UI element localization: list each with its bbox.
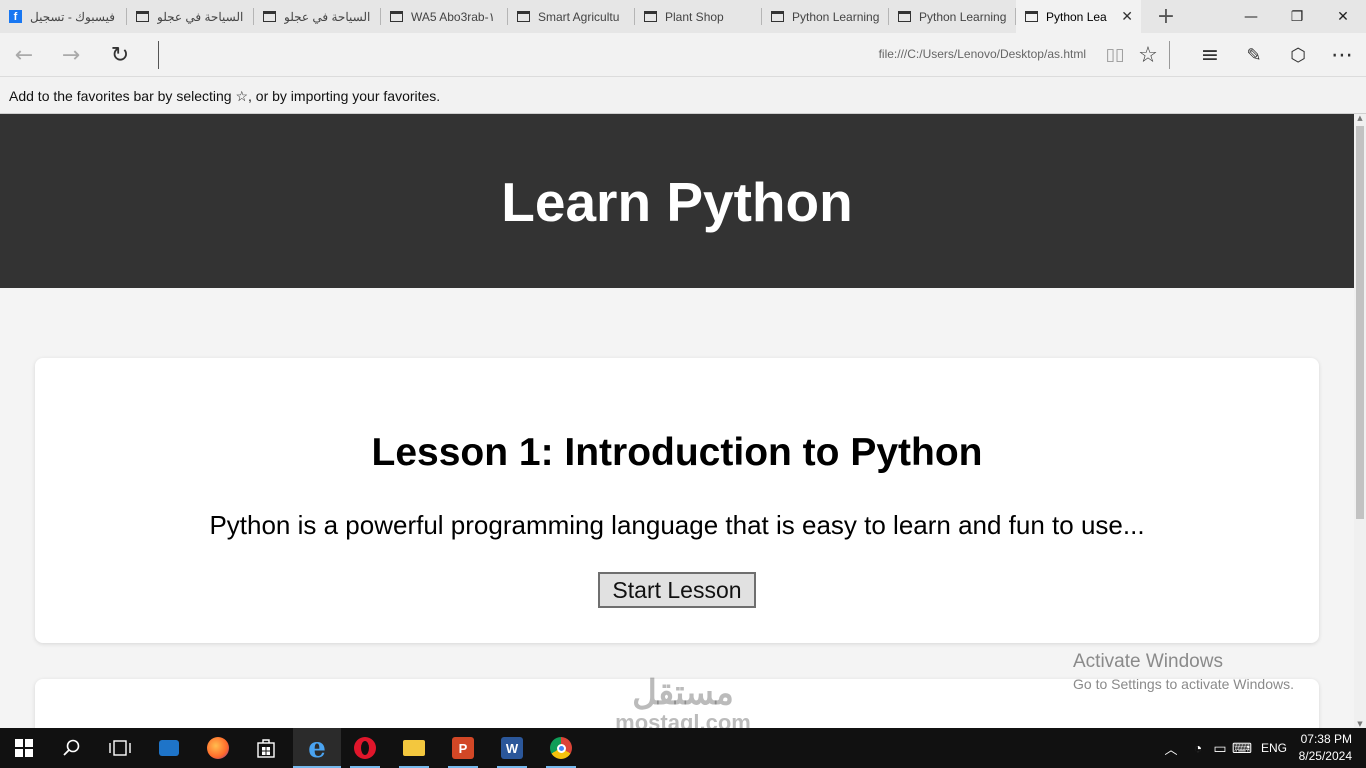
store-icon (257, 739, 275, 758)
taskbar-app-powerpoint[interactable]: P (439, 728, 487, 768)
url-field[interactable]: file:///C:/Users/Lenovo/Desktop/as.html (879, 47, 1086, 61)
page-icon (1025, 11, 1038, 22)
tab-active[interactable]: Python Lea ✕ (1016, 0, 1141, 33)
tab-ajloun-1[interactable]: السياحة في عجلو (127, 0, 254, 33)
scroll-down-icon[interactable]: ▼ (1355, 720, 1365, 728)
lesson-description: Python is a powerful programming languag… (209, 510, 1145, 540)
watermark-arabic: مستقل (632, 674, 734, 712)
tab-facebook[interactable]: f فيسبوك - تسجيل (0, 0, 127, 33)
taskbar-app-file-explorer[interactable] (390, 728, 438, 768)
page-icon (517, 11, 530, 22)
battery-icon[interactable]: ▭ (1209, 740, 1231, 757)
tab-label: Python Learning (919, 9, 1007, 24)
page-icon (898, 11, 911, 22)
tab-label: Python Learning (792, 9, 880, 24)
page-header: Learn Python (0, 114, 1354, 288)
tab-label: السياحة في عجلو (284, 9, 371, 24)
folder-icon (403, 740, 425, 756)
web-note-icon[interactable]: ✎ (1241, 42, 1267, 68)
clock[interactable]: 07:38 PM 8/25/2024 (1299, 731, 1352, 765)
tab-label: Plant Shop (665, 9, 724, 24)
hub-icon[interactable]: ≡ (1197, 42, 1223, 68)
new-tab-button[interactable]: + (1141, 0, 1191, 33)
page-icon (136, 11, 149, 22)
page-icon (644, 11, 657, 22)
chrome-icon (550, 737, 572, 759)
taskbar-app-edge[interactable]: e (293, 728, 341, 768)
lesson-card: Lesson 1: Introduction to Python Python … (35, 358, 1319, 643)
watermark: مستقل mostaql.com (600, 676, 766, 736)
page-icon (771, 11, 784, 22)
page-icon (390, 11, 403, 22)
favorites-hint: Add to the favorites bar by selecting ☆,… (9, 88, 441, 104)
start-lesson-button[interactable]: Start Lesson (598, 572, 756, 608)
tab-python-learning-1[interactable]: Python Learning (762, 0, 889, 33)
scroll-thumb[interactable] (1356, 126, 1364, 519)
word-icon: W (501, 737, 523, 759)
edge-icon: e (308, 730, 326, 764)
start-button[interactable] (0, 728, 48, 768)
scrollbar[interactable]: ▲ ▼ (1354, 114, 1366, 728)
activate-title: Activate Windows (1073, 651, 1223, 672)
taskbar-app-firefox[interactable] (194, 728, 242, 768)
close-window-icon[interactable]: ✕ (1320, 0, 1366, 33)
tab-ajloun-2[interactable]: السياحة في عجلو (254, 0, 381, 33)
taskbar-app-chrome[interactable] (537, 728, 585, 768)
tab-plant-shop[interactable]: Plant Shop (635, 0, 762, 33)
windows-icon (15, 739, 33, 757)
refresh-icon[interactable]: ↻ (107, 42, 133, 68)
page-icon (263, 11, 276, 22)
tab-label: WA5 Abo3rab-١ (411, 9, 496, 24)
tab-label: السياحة في عجلو (157, 9, 244, 24)
window-controls: — ❐ ✕ (1228, 0, 1366, 33)
activate-windows-notice: Activate Windows Go to Settings to activ… (1073, 651, 1294, 692)
tab-strip: f فيسبوك - تسجيل السياحة في عجلو السياحة… (0, 0, 1366, 33)
scroll-up-icon[interactable]: ▲ (1355, 114, 1365, 122)
taskbar: e P W ︿ ◔ ▭ ⌨ ENG 07:38 PM 8/25/2024 (0, 728, 1366, 768)
close-tab-icon[interactable]: ✕ (1121, 8, 1133, 25)
tab-wa5[interactable]: WA5 Abo3rab-١ (381, 0, 508, 33)
share-icon[interactable]: ⬡ (1285, 42, 1311, 68)
window-app-icon (159, 740, 179, 756)
favorites-bar: Add to the favorites bar by selecting ☆,… (0, 76, 1366, 114)
minimize-icon[interactable]: — (1228, 0, 1274, 33)
firefox-icon (207, 737, 229, 759)
page-viewport: Learn Python Lesson 1: Introduction to P… (0, 114, 1354, 728)
system-tray: ︿ ◔ ▭ ⌨ ENG (1163, 728, 1287, 768)
page-title: Learn Python (501, 171, 853, 233)
forward-arrow-icon[interactable]: → (58, 42, 84, 68)
facebook-icon: f (9, 10, 22, 23)
opera-icon (354, 737, 376, 759)
taskbar-app-word[interactable]: W (488, 728, 536, 768)
language-indicator[interactable]: ENG (1261, 741, 1287, 755)
divider (1169, 41, 1170, 69)
taskbar-app-opera[interactable] (341, 728, 389, 768)
tab-label: Smart Agricultu (538, 9, 620, 24)
lesson-title: Lesson 1: Introduction to Python (371, 431, 983, 474)
star-icon[interactable]: ☆ (1135, 42, 1161, 68)
task-view-icon (109, 740, 131, 756)
powerpoint-icon: P (452, 737, 474, 759)
divider (158, 41, 159, 69)
reading-view-icon[interactable]: ▯▯ (1102, 42, 1128, 68)
tab-label: فيسبوك - تسجيل (30, 9, 115, 24)
restore-icon[interactable]: ❐ (1274, 0, 1320, 33)
task-view-button[interactable] (96, 728, 144, 768)
more-icon[interactable]: ⋯ (1329, 42, 1355, 68)
tab-smart-agriculture[interactable]: Smart Agricultu (508, 0, 635, 33)
keyboard-icon[interactable]: ⌨ (1231, 740, 1253, 757)
activate-subtitle: Go to Settings to activate Windows. (1073, 676, 1294, 692)
taskbar-app-explorer-window[interactable] (145, 728, 193, 768)
address-bar: ← → ↻ file:///C:/Users/Lenovo/Desktop/as… (0, 33, 1366, 76)
tab-label: Python Lea (1046, 9, 1107, 24)
clock-date: 8/25/2024 (1298, 749, 1352, 763)
search-icon (63, 739, 80, 756)
back-arrow-icon[interactable]: ← (11, 42, 37, 68)
chevron-up-icon[interactable]: ︿ (1163, 739, 1179, 758)
wifi-icon[interactable]: ◔ (1187, 740, 1209, 756)
tab-python-learning-2[interactable]: Python Learning (889, 0, 1016, 33)
taskbar-app-store[interactable] (242, 728, 290, 768)
clock-time: 07:38 PM (1300, 732, 1352, 746)
search-button[interactable] (48, 728, 96, 768)
